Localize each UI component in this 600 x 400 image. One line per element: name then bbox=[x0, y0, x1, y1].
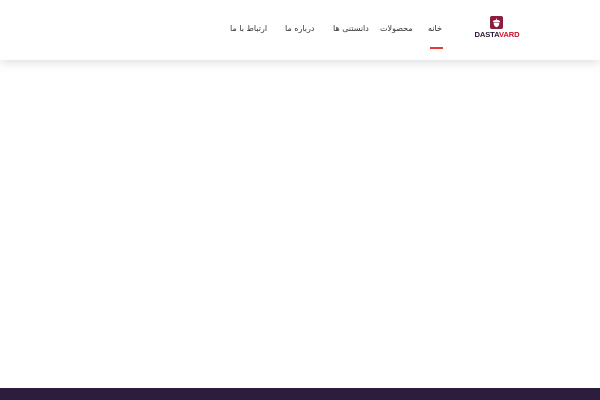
site-header: DASTAVARD خانه محصولات دانستنی ها درباره… bbox=[0, 0, 600, 60]
logo-text-part-1: DASTA bbox=[474, 30, 499, 39]
nav-item-contact[interactable]: ارتباط با ما bbox=[230, 23, 267, 35]
nav-item-knowledge[interactable]: دانستنی ها bbox=[333, 23, 369, 35]
logo-wordmark: DASTAVARD bbox=[472, 30, 522, 40]
nav-item-home[interactable]: خانه bbox=[428, 23, 442, 35]
acorn-icon bbox=[490, 16, 503, 29]
logo-text-part-2: VARD bbox=[498, 30, 520, 39]
page: DASTAVARD خانه محصولات دانستنی ها درباره… bbox=[0, 0, 600, 400]
nav-active-indicator bbox=[430, 47, 443, 49]
site-footer bbox=[0, 388, 600, 400]
nav-item-about[interactable]: درباره ما bbox=[285, 23, 314, 35]
logo[interactable]: DASTAVARD bbox=[472, 16, 522, 42]
nav-item-products[interactable]: محصولات bbox=[380, 23, 413, 35]
